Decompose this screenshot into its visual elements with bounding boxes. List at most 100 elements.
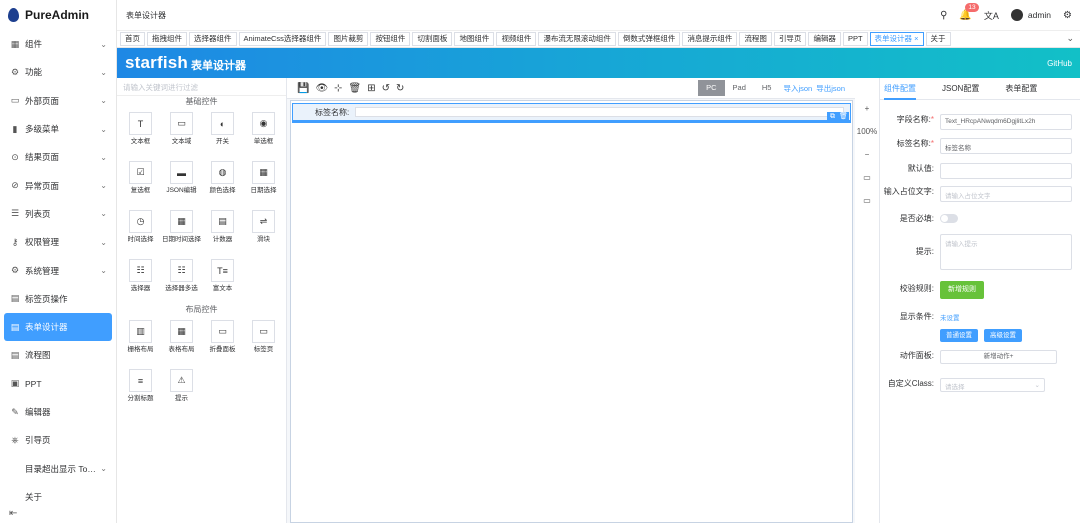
tab-5[interactable]: 按钮组件 [370, 32, 411, 46]
tree-icon[interactable]: ⊞ [367, 83, 375, 94]
sidebar-item-15[interactable]: 目录超出显示 Tooltip...⌄ [0, 454, 116, 482]
widget-basic-2[interactable]: ◐ 开关 [202, 108, 243, 157]
pc-view-icon[interactable]: ▭ [863, 173, 871, 182]
widget-basic-5[interactable]: ▬ JSON编辑 [161, 157, 202, 206]
tab-11[interactable]: 消息提示组件 [682, 32, 738, 46]
user-menu[interactable]: admin [1010, 9, 1051, 21]
tab-7[interactable]: 地图组件 [454, 32, 495, 46]
sidebar-item-4[interactable]: ⊙ 结果页面 ⌄ [0, 143, 116, 171]
label-name-input[interactable]: 标签名称 [940, 138, 1072, 154]
sidebar-item-1[interactable]: ⚙ 功能 ⌄ [0, 58, 116, 86]
advanced-condition-button[interactable]: 高级设置 [984, 329, 1022, 342]
widget-basic-13[interactable]: ☷ 选择器多选 [161, 255, 202, 304]
device-2[interactable]: H5 [754, 80, 780, 96]
import-json-button[interactable]: 导入json [783, 83, 812, 94]
tab-6[interactable]: 切割面板 [412, 32, 453, 46]
github-link[interactable]: GitHub [1047, 59, 1072, 68]
widget-layout-5[interactable]: ⚠ 提示 [161, 365, 202, 414]
device-0[interactable]: PC [698, 80, 725, 96]
sidebar-item-9[interactable]: ▤ 标签页操作 [0, 285, 116, 313]
notification-button[interactable]: 🔔 13 [959, 2, 979, 21]
copy-field-icon[interactable]: ⧉ [827, 112, 838, 121]
widget-layout-4[interactable]: ≡ 分割标题 [120, 365, 161, 414]
delete-field-icon[interactable]: 🗑 [838, 112, 849, 121]
add-action-button[interactable]: 新增动作+ [940, 350, 1057, 364]
widget-basic-9[interactable]: ▦ 日期时间选择 [161, 206, 202, 255]
delete-icon[interactable]: 🗑 [349, 83, 362, 94]
widget-basic-4[interactable]: ☑ 复选框 [120, 157, 161, 206]
widget-basic-6[interactable]: ◍ 颜色选择 [202, 157, 243, 206]
sidebar-item-12[interactable]: ▣ PPT [0, 370, 116, 398]
tab-13[interactable]: 引导页 [773, 32, 807, 46]
translate-icon[interactable]: 文A [984, 9, 999, 22]
widget-basic-11[interactable]: ⇌ 滑块 [243, 206, 284, 255]
widget-basic-8[interactable]: ◷ 时间选择 [120, 206, 161, 255]
tab-15[interactable]: PPT [842, 32, 868, 46]
default-value-input[interactable] [940, 163, 1072, 179]
widget-basic-3[interactable]: ◉ 单选框 [243, 108, 284, 157]
tab-4[interactable]: 图片裁剪 [328, 32, 369, 46]
widget-layout-1[interactable]: ▦ 表格布局 [161, 316, 202, 365]
add-rule-button[interactable]: 新增规则 [940, 281, 984, 299]
app-logo[interactable]: PureAdmin [0, 0, 116, 30]
settings-gear-icon[interactable]: ⚙ [1063, 10, 1072, 21]
tab-3[interactable]: AnimateCss选择器组件 [238, 32, 327, 46]
sidebar-item-10[interactable]: ▤ 表单设计器 [4, 312, 112, 342]
sidebar-item-11[interactable]: ▤ 流程图 [0, 341, 116, 369]
field-name-input[interactable]: Text_HRcpANwqdm6DgjlitLx2h [940, 114, 1072, 130]
search-icon[interactable]: ⚲ [940, 10, 947, 21]
required-switch[interactable] [940, 214, 958, 223]
zoom-in-icon[interactable]: + [865, 104, 870, 113]
property-tab-0[interactable]: 组件配置 [884, 78, 916, 100]
save-icon[interactable]: 💾 [297, 83, 309, 94]
preview-eye-icon[interactable]: 👁 [315, 83, 328, 94]
sidebar-item-13[interactable]: ✎ 编辑器 [0, 398, 116, 426]
tab-14[interactable]: 编辑器 [808, 32, 841, 46]
collapse-sidebar-icon[interactable]: ⇤ [9, 508, 17, 519]
widget-layout-3[interactable]: ▭ 标签页 [243, 316, 284, 365]
undo-icon[interactable]: ↺ [382, 83, 390, 94]
mobile-view-icon[interactable]: ▭ [863, 196, 871, 205]
tab-17[interactable]: 关于 [925, 32, 951, 46]
class-select[interactable]: 请选择 ⌄ [940, 378, 1045, 392]
redo-icon[interactable]: ↻ [396, 83, 404, 94]
tab-0[interactable]: 首页 [120, 32, 145, 46]
zoom-out-icon[interactable]: − [865, 150, 870, 159]
device-1[interactable]: Pad [725, 80, 754, 96]
export-json-button[interactable]: 导出json [816, 83, 845, 94]
form-canvas[interactable]: 标签名称: ⧉ 🗑 [290, 100, 853, 523]
sidebar-item-16[interactable]: 关于 [0, 483, 116, 511]
placeholder-input[interactable]: 请输入占位文字 [940, 186, 1072, 202]
fullscreen-icon[interactable]: ⊹ [334, 83, 342, 94]
tab-1[interactable]: 拖拽组件 [147, 32, 187, 46]
tab-2[interactable]: 选择器组件 [189, 32, 237, 46]
tab-10[interactable]: 倒数式弹框组件 [617, 32, 681, 46]
sidebar-item-7[interactable]: ⚷ 权限管理 ⌄ [0, 228, 116, 256]
widget-basic-14[interactable]: T≡ 富文本 [202, 255, 243, 304]
tabs-more-chevron-icon[interactable]: ⌄ [1066, 33, 1074, 44]
tip-textarea[interactable]: 请输入提示 [940, 234, 1072, 270]
sidebar-item-5[interactable]: ⊘ 异常页面 ⌄ [0, 171, 116, 199]
sidebar-item-0[interactable]: ▦ 组件 ⌄ [0, 30, 116, 58]
sidebar-item-3[interactable]: ▮ 多级菜单 ⌄ [0, 115, 116, 143]
tab-9[interactable]: 瀑布流无限滚动组件 [538, 32, 616, 46]
sidebar-item-2[interactable]: ▭ 外部页面 ⌄ [0, 87, 116, 115]
sidebar-item-6[interactable]: ☰ 列表页 ⌄ [0, 200, 116, 228]
tab-8[interactable]: 视频组件 [496, 32, 537, 46]
widget-basic-10[interactable]: ▤ 计数器 [202, 206, 243, 255]
sidebar-item-14[interactable]: ⎈ 引导页 [0, 426, 116, 454]
tab-16[interactable]: 表单设计器 × [869, 32, 924, 46]
simple-condition-button[interactable]: 普通设置 [940, 329, 978, 342]
widget-basic-0[interactable]: T 文本框 [120, 108, 161, 157]
widget-layout-0[interactable]: ▥ 栅格布局 [120, 316, 161, 365]
widget-search-input[interactable]: 请输入关键词进行过滤 [117, 78, 286, 96]
widget-basic-1[interactable]: ▭ 文本域 [161, 108, 202, 157]
widget-basic-12[interactable]: ☷ 选择器 [120, 255, 161, 304]
widget-basic-7[interactable]: ▦ 日期选择 [243, 157, 284, 206]
property-tab-2[interactable]: 表单配置 [1005, 78, 1037, 100]
widget-layout-2[interactable]: ▭ 折叠面板 [202, 316, 243, 365]
sidebar-item-8[interactable]: ⚙ 系统管理 ⌄ [0, 256, 116, 284]
tab-12[interactable]: 流程图 [739, 32, 772, 46]
selected-form-field[interactable]: 标签名称: ⧉ 🗑 [292, 103, 851, 123]
property-tab-1[interactable]: JSON配置 [942, 78, 979, 100]
